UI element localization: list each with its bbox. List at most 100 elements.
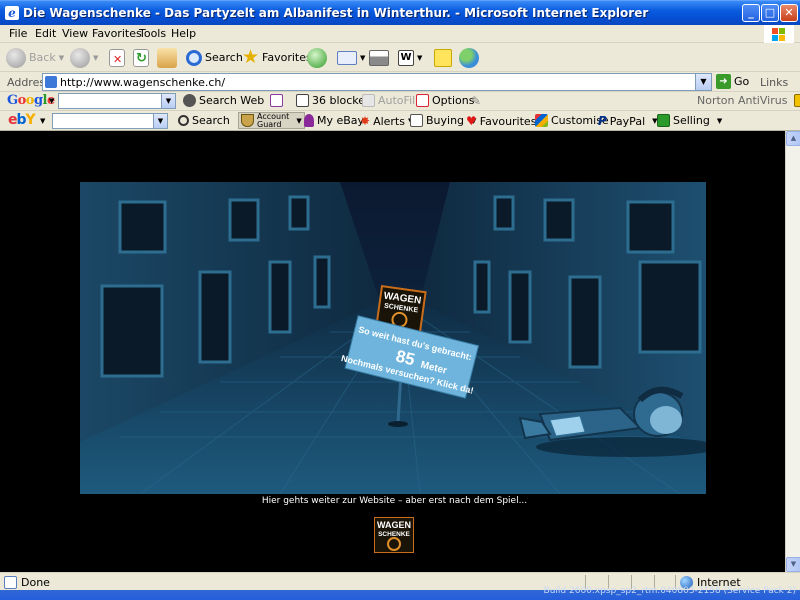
discuss-button[interactable] [434,46,452,69]
paypal-button[interactable]: P PayPal ▼ [598,114,658,128]
window-title: Die Wagenschenke - Das Partyzelt am Alba… [23,6,649,20]
search-button[interactable]: Search [186,46,243,69]
small-logo-top: WAGEN [377,520,411,530]
menu-edit[interactable]: Edit [35,27,56,40]
page-done-icon [4,576,17,589]
back-label: Back [29,51,56,64]
google-search-input[interactable]: ▼ [58,93,176,109]
messenger-button[interactable] [459,46,479,69]
menu-bar: File Edit View Favorites Tools Help [0,25,800,43]
links-button[interactable]: Links [760,76,788,89]
my-ebay-person-icon [304,114,314,127]
sticky-note-icon [434,48,452,67]
windows-logo-icon [764,25,794,43]
autofill-icon [362,94,375,107]
magnifier-icon [178,115,189,126]
menu-tools[interactable]: Tools [139,27,166,40]
buying-icon [410,114,423,127]
edit-button[interactable]: W ▼ [398,46,422,69]
selling-icon [657,114,670,127]
selling-button[interactable]: Selling ▼ [657,114,722,127]
selling-label: Selling [673,114,710,127]
forward-dropdown-icon: ▼ [93,53,99,62]
mail-dropdown-icon: ▼ [360,53,366,62]
google-search-dropdown-icon[interactable]: ▼ [161,94,175,108]
edit-dropdown-icon: ▼ [417,53,423,62]
refresh-button[interactable]: ↻ [133,46,149,69]
alerts-button[interactable]: ✸ Alerts ▼ [360,114,413,128]
alerts-label: Alerts [373,114,405,128]
home-button[interactable] [157,46,177,69]
title-bar: e Die Wagenschenke - Das Partyzelt am Al… [0,0,800,25]
google-menu-dropdown-icon[interactable]: ▼ [49,97,54,105]
account-guard-button[interactable]: Account Guard ▼ [238,112,305,129]
account-guard-line2: Guard [257,119,282,129]
standard-toolbar: Back ▼ ▼ ✕ ↻ Search ★ Favorites ▼ W ▼ [0,43,800,72]
mail-button[interactable]: ▼ [337,46,365,69]
wagenschenke-logo-link[interactable]: WAGEN SCHENKE [373,516,415,554]
printer-icon [369,49,389,66]
game-scene[interactable]: WAGEN SCHENKE So weit hast du's gebracht… [80,182,706,494]
my-ebay-button[interactable]: My eBay [304,114,364,127]
favorites-label: Favorites [262,51,312,64]
address-url[interactable]: http://www.wagenschenke.ch/ [60,76,225,89]
search-icon [186,49,202,66]
menu-favorites[interactable]: Favorites [92,27,142,40]
search-web-button[interactable]: Search Web ▼ [183,94,277,107]
selling-dropdown-icon[interactable]: ▼ [717,117,722,125]
customise-icon [535,114,548,127]
go-label: Go [734,75,750,88]
popup-blocker-button[interactable]: 36 blocked [296,94,372,107]
paypal-icon: P [598,114,607,128]
minimize-button[interactable]: _ [742,4,760,22]
messenger-icon [459,47,479,68]
buying-label: Buying [426,114,465,127]
stop-button[interactable]: ✕ [109,46,125,69]
address-bar: Address http://www.wagenschenke.ch/ ▼ ➜ … [0,72,800,92]
ebay-menu-dropdown-icon[interactable]: ▼ [40,117,45,125]
ebay-search-dropdown-icon[interactable]: ▼ [153,114,167,128]
vertical-scrollbar[interactable]: ▲ ▼ [785,131,800,572]
ebay-search-label: Search [192,114,230,127]
scroll-down-icon[interactable]: ▼ [786,557,800,572]
address-dropdown-icon[interactable]: ▼ [695,74,711,90]
alerts-icon: ✸ [360,114,371,128]
ebay-search-input[interactable]: ▼ [52,113,168,129]
print-button[interactable] [369,46,389,69]
autofill-button[interactable]: AutoFill [362,94,418,107]
go-button[interactable]: ➜ Go [716,74,749,89]
menu-help[interactable]: Help [171,27,196,40]
ie-icon: e [5,6,19,20]
small-logo-bottom: SCHENKE [378,531,410,538]
maximize-button[interactable]: □ [761,4,779,22]
continue-caption[interactable]: Hier gehts weiter zur Website – aber ers… [4,496,785,506]
options-button[interactable]: Options [416,94,474,107]
options-label: Options [432,94,475,107]
mail-icon [337,50,357,65]
highlight-button[interactable]: ✎ [471,94,481,108]
menu-file[interactable]: File [9,27,27,40]
google-logo[interactable]: Google [7,93,55,108]
menu-view[interactable]: View [62,27,88,40]
address-input[interactable]: http://www.wagenschenke.ch/ ▼ [42,73,712,91]
favorites-button[interactable]: ★ Favorites [242,46,312,69]
ebay-search-button[interactable]: Search ▼ [178,114,244,127]
go-arrow-icon: ➜ [716,74,731,89]
back-button[interactable]: Back ▼ [6,46,64,69]
scroll-up-icon[interactable]: ▲ [786,131,800,146]
refresh-icon: ↻ [133,48,149,67]
account-guard-dropdown-icon[interactable]: ▼ [296,117,301,125]
ebay-toolbar: ebY ▼ ▼ Search ▼ Account Guard ▼ My eBay… [0,111,800,131]
taskbar: Build 2600.xpsp_sp2_rtm.040803-2158 (Ser… [0,586,800,600]
back-arrow-icon [6,47,26,68]
forward-button[interactable]: ▼ [70,46,98,69]
ebay-logo[interactable]: ebY [8,112,36,128]
norton-antivirus-button[interactable]: Norton AntiVirus ▼ [697,94,800,107]
word-edit-icon: W [398,49,414,66]
home-icon [157,47,177,68]
google-toolbar: Google ▼ ▼ Search Web ▼ 36 blocked AutoF… [0,92,800,111]
my-ebay-label: My eBay [317,114,365,127]
news-button[interactable] [270,94,283,107]
history-button[interactable] [307,46,327,69]
close-button[interactable]: ✕ [780,4,798,22]
